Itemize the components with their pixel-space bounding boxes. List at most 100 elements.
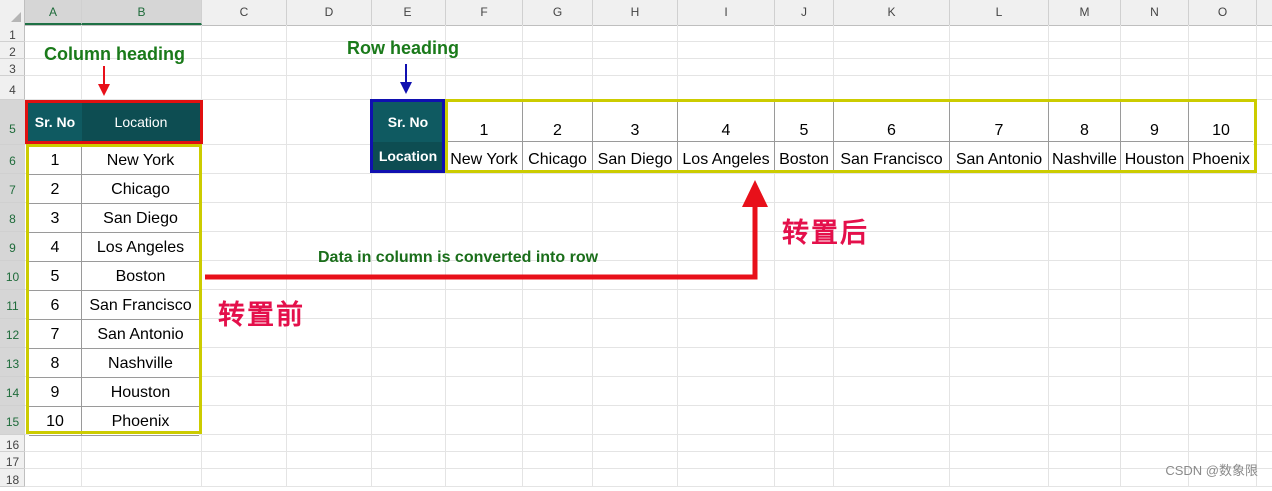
vertical-table-location-cell[interactable]: San Diego bbox=[82, 204, 199, 233]
vertical-table-location-cell[interactable]: San Antonio bbox=[82, 320, 199, 349]
vertical-table-location-cell[interactable]: Nashville bbox=[82, 349, 199, 378]
column-header-i[interactable]: I bbox=[678, 0, 775, 25]
column-header-e[interactable]: E bbox=[370, 0, 446, 25]
gridline-horizontal bbox=[25, 231, 1272, 232]
row-header-5[interactable]: 5 bbox=[0, 100, 25, 145]
vertical-table-sr-no-cell[interactable]: 4 bbox=[29, 233, 82, 262]
vertical-table-sr-no-cell[interactable]: 10 bbox=[29, 407, 82, 436]
column-header-k[interactable]: K bbox=[834, 0, 950, 25]
row-header-3[interactable]: 3 bbox=[0, 59, 25, 76]
horizontal-table-location-cell[interactable]: Houston bbox=[1121, 142, 1189, 171]
gridline-horizontal bbox=[25, 318, 1272, 319]
horizontal-table-location-cell[interactable]: Chicago bbox=[523, 142, 593, 171]
horizontal-table-header-location: Location bbox=[373, 142, 443, 171]
horizontal-table-sr-no-cell[interactable]: 8 bbox=[1049, 102, 1121, 142]
gridline-horizontal bbox=[25, 41, 1272, 42]
column-header-h[interactable]: H bbox=[593, 0, 678, 25]
column-header-b[interactable]: B bbox=[82, 0, 202, 25]
vertical-table-header-location: Location bbox=[82, 102, 200, 142]
row-header-11[interactable]: 11 bbox=[0, 290, 25, 319]
gridline-horizontal bbox=[25, 260, 1272, 261]
vertical-table-sr-no-cell[interactable]: 2 bbox=[29, 175, 82, 204]
horizontal-table-location-cell[interactable]: Los Angeles bbox=[678, 142, 775, 171]
horizontal-table-location-cell[interactable]: Boston bbox=[775, 142, 834, 171]
row-header-8[interactable]: 8 bbox=[0, 203, 25, 232]
row-header-15[interactable]: 15 bbox=[0, 406, 25, 435]
vertical-table-sr-no-cell[interactable]: 8 bbox=[29, 349, 82, 378]
horizontal-table-location-cell[interactable]: San Diego bbox=[593, 142, 678, 171]
row-header-2[interactable]: 2 bbox=[0, 42, 25, 59]
gridline-vertical bbox=[201, 25, 202, 487]
column-header-g[interactable]: G bbox=[523, 0, 593, 25]
row-header-16[interactable]: 16 bbox=[0, 435, 25, 452]
vertical-table-location-cell[interactable]: Boston bbox=[82, 262, 199, 291]
column-header-m[interactable]: M bbox=[1049, 0, 1121, 25]
column-header-f[interactable]: F bbox=[446, 0, 523, 25]
gridline-vertical bbox=[833, 25, 834, 487]
column-header-c[interactable]: C bbox=[202, 0, 287, 25]
gridline-horizontal bbox=[25, 405, 1272, 406]
flow-text: Data in column is converted into row bbox=[318, 249, 599, 266]
row-header-13[interactable]: 13 bbox=[0, 348, 25, 377]
gridline-vertical bbox=[949, 25, 950, 487]
vertical-table-sr-no-cell[interactable]: 3 bbox=[29, 204, 82, 233]
watermark: CSDN @数象限 bbox=[1165, 463, 1258, 478]
column-header-d[interactable]: D bbox=[287, 0, 372, 25]
gridline-horizontal bbox=[25, 434, 1272, 435]
row-header-7[interactable]: 7 bbox=[0, 174, 25, 203]
gridline-vertical bbox=[1188, 25, 1189, 487]
before-label: 转置前 bbox=[218, 300, 305, 331]
horizontal-table-sr-no-cell[interactable]: 1 bbox=[446, 102, 523, 142]
vertical-table-location-cell[interactable]: San Francisco bbox=[82, 291, 199, 320]
after-label: 转置后 bbox=[782, 218, 869, 249]
vertical-table-sr-no-cell[interactable]: 6 bbox=[29, 291, 82, 320]
gridline-vertical bbox=[286, 25, 287, 487]
horizontal-table-sr-no-cell[interactable]: 6 bbox=[834, 102, 950, 142]
column-header-n[interactable]: N bbox=[1121, 0, 1189, 25]
row-heading-arrow-icon bbox=[400, 64, 412, 94]
row-header-14[interactable]: 14 bbox=[0, 377, 25, 406]
horizontal-table-sr-no-cell[interactable]: 10 bbox=[1189, 102, 1253, 142]
horizontal-table-sr-no-cell[interactable]: 3 bbox=[593, 102, 678, 142]
gridline-horizontal bbox=[25, 173, 1272, 174]
horizontal-table-sr-no-cell[interactable]: 4 bbox=[678, 102, 775, 142]
horizontal-table-sr-no-cell[interactable]: 2 bbox=[523, 102, 593, 142]
column-header-o[interactable]: O bbox=[1189, 0, 1257, 25]
column-heading-label: Column heading bbox=[44, 44, 185, 64]
row-header-6[interactable]: 6 bbox=[0, 145, 25, 174]
horizontal-table-location-cell[interactable]: Phoenix bbox=[1189, 142, 1253, 171]
gridline-horizontal bbox=[25, 468, 1272, 469]
vertical-table-sr-no-cell[interactable]: 5 bbox=[29, 262, 82, 291]
row-header-9[interactable]: 9 bbox=[0, 232, 25, 261]
column-header-j[interactable]: J bbox=[775, 0, 834, 25]
vertical-table-location-cell[interactable]: Phoenix bbox=[82, 407, 199, 436]
row-header-1[interactable]: 1 bbox=[0, 25, 25, 42]
row-header-17[interactable]: 17 bbox=[0, 452, 25, 469]
vertical-table-sr-no-cell[interactable]: 7 bbox=[29, 320, 82, 349]
row-heading-label: Row heading bbox=[347, 38, 459, 58]
horizontal-table-location-cell[interactable]: Nashville bbox=[1049, 142, 1121, 171]
column-header-l[interactable]: L bbox=[950, 0, 1049, 25]
horizontal-table-sr-no-cell[interactable]: 5 bbox=[775, 102, 834, 142]
horizontal-table-location-cell[interactable]: San Francisco bbox=[834, 142, 950, 171]
horizontal-table-sr-no-cell[interactable]: 7 bbox=[950, 102, 1049, 142]
select-all-corner[interactable] bbox=[0, 0, 25, 25]
gridline-vertical bbox=[774, 25, 775, 487]
vertical-table-sr-no-cell[interactable]: 9 bbox=[29, 378, 82, 407]
vertical-table-location-cell[interactable]: Houston bbox=[82, 378, 199, 407]
row-header-18[interactable]: 18 bbox=[0, 469, 25, 487]
row-header-4[interactable]: 4 bbox=[0, 76, 25, 100]
vertical-table-location-cell[interactable]: New York bbox=[82, 146, 199, 175]
gridline-vertical bbox=[1120, 25, 1121, 487]
horizontal-table-location-cell[interactable]: San Antonio bbox=[950, 142, 1049, 171]
row-header-10[interactable]: 10 bbox=[0, 261, 25, 290]
vertical-table-location-cell[interactable]: Los Angeles bbox=[82, 233, 199, 262]
select-all-triangle-icon bbox=[11, 12, 21, 22]
row-header-12[interactable]: 12 bbox=[0, 319, 25, 348]
horizontal-table-location-cell[interactable]: New York bbox=[446, 142, 523, 171]
vertical-table-location-cell[interactable]: Chicago bbox=[82, 175, 199, 204]
gridline-horizontal bbox=[25, 202, 1272, 203]
horizontal-table-sr-no-cell[interactable]: 9 bbox=[1121, 102, 1189, 142]
vertical-table-sr-no-cell[interactable]: 1 bbox=[29, 146, 82, 175]
column-header-a[interactable]: A bbox=[25, 0, 82, 25]
